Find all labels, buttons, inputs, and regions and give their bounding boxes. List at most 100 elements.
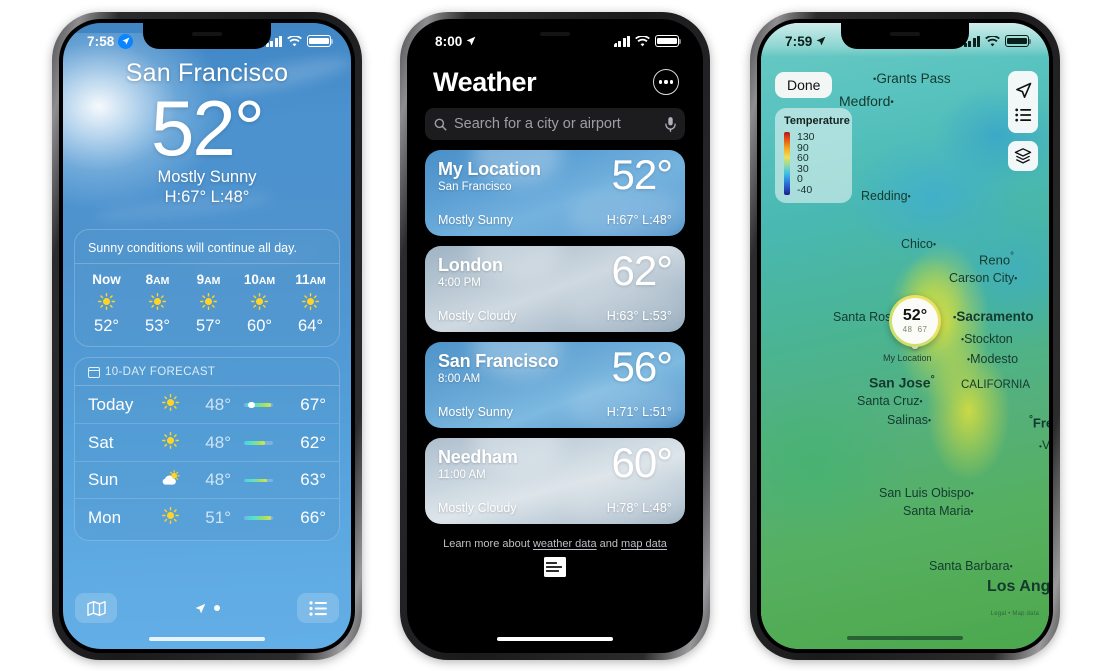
page-indicator[interactable] [195,603,220,614]
forecast-row[interactable]: Today 48° 67° [75,386,339,425]
forecast-weather-icon [151,470,189,491]
hour-label: 9AM [196,272,221,288]
city-card[interactable]: London 4:00 PM 62° Mostly Cloudy H:63° L:53° [425,246,685,332]
hourly-item[interactable]: 10AM 60° [234,272,285,336]
screen-weather-map: 7:59 •Grants Pass Medford• Redding• Chico• R… [761,23,1049,649]
hour-weather-icon [183,293,234,313]
hourly-item[interactable]: 8AM 53° [132,272,183,336]
city-subtitle: San Francisco [438,181,512,193]
hour-weather-icon [81,293,132,313]
locate-and-list-group[interactable] [1008,71,1038,133]
city-condition: Mostly Sunny [438,405,514,419]
microphone-icon[interactable] [665,116,676,132]
current-temperature: 52° [151,84,265,172]
city-list-button[interactable] [297,593,339,623]
current-condition: Mostly Sunny [157,168,257,187]
sun-icon [302,293,319,311]
screen-weather-detail: 7:58 San Francisco 52° Mostly Sunny H:67… [63,23,351,649]
page-dot[interactable] [213,605,220,611]
sun-cloud-icon [162,470,180,485]
layers-button[interactable] [1008,141,1038,171]
location-arrow-icon[interactable] [1015,82,1032,99]
city-name: My Location [438,159,541,179]
city-condition: Mostly Cloudy [438,501,517,515]
forecast-low: 48° [205,394,231,414]
city-card[interactable]: My Location San Francisco 52° Mostly Sunny H… [425,150,685,236]
location-arrow-icon [467,36,476,46]
phone-bezel: 7:59 •Grants Pass Medford• Redding• Chico• R… [757,19,1053,653]
device-notch [491,23,619,49]
sun-icon [98,293,115,311]
hour-label: 10AM [243,272,276,288]
more-options-button[interactable] [653,69,679,95]
hour-temperature: 52° [94,317,119,336]
weather-data-link[interactable]: weather data [533,538,597,550]
home-indicator [497,636,613,641]
hourly-forecast-row[interactable]: Now 52° 8AM 53° 9AM 57° 10AM 60° 11AM 64° 12PM 65° [75,272,339,336]
forecast-day: Today [88,394,134,414]
device-notch [841,23,969,49]
search-bar[interactable]: Search for a city or airport [425,108,685,140]
done-button[interactable]: Done [775,72,833,98]
city-card[interactable]: San Francisco 8:00 AM 56° Mostly Sunny H:71°… [425,342,685,428]
city-high-low: H:78° L:48° [606,501,672,515]
screen-city-list: 8:00 Weather Search for a city or airpor… [411,23,699,649]
hourly-item[interactable]: 11AM 64° [285,272,336,336]
map-city-label: San Luis Obispo• [879,486,974,500]
footnote-mid: and [596,538,622,550]
hour-temperature: 64° [298,317,323,336]
legend-tick-labels: 130 90 60 30 0 -40 [797,132,815,195]
hourly-summary-text: Sunny conditions will continue all day. [75,239,339,265]
forecast-row[interactable]: Mon 51° 66° [75,499,339,536]
current-temp-dot [248,401,255,409]
forecast-row[interactable]: Sun 48° 63° [75,462,339,500]
search-input-placeholder[interactable]: Search for a city or airport [454,116,658,132]
city-condition: Mostly Sunny [438,213,514,227]
footnote: Learn more about weather data and map da… [411,538,699,550]
map-data-link[interactable]: map data [621,538,667,550]
map-city-label: °Fres [1029,414,1049,431]
map-city-label: Santa Barbara• [929,559,1013,573]
forecast-row[interactable]: Sat 48° 62° [75,424,339,463]
map-city-label: Los Ang [987,578,1049,595]
phone-city-list: 8:00 Weather Search for a city or airpor… [400,12,710,660]
layers-icon [1014,148,1032,164]
hourly-item[interactable]: Now 52° [81,272,132,336]
phone-weather-map: 7:59 •Grants Pass Medford• Redding• Chico• R… [750,12,1060,660]
forecast-high: 63° [300,470,326,490]
city-subtitle: 11:00 AM [438,469,486,481]
sun-icon [251,293,268,311]
wifi-icon [985,35,1000,46]
forecast-day: Mon [88,507,122,527]
hourly-forecast-card[interactable]: Sunny conditions will continue all day. … [74,229,340,348]
hour-temperature: 57° [196,317,221,336]
ten-day-forecast-card[interactable]: 10-DAY FORECAST Today 48° 67° Sat 48° 62° Sun 4… [74,357,340,542]
ellipsis-dot [664,80,668,84]
my-location-label: My Location [883,353,932,363]
temp-range-bar [244,441,273,445]
phone-bezel: 8:00 Weather Search for a city or airpor… [407,19,703,653]
city-name: San Francisco [438,351,559,371]
sun-icon [161,393,179,411]
list-icon[interactable] [1014,108,1032,122]
temp-range-bar [244,478,273,483]
my-location-pin[interactable]: 52° 48 67 [889,295,941,347]
sun-icon [149,293,166,311]
map-city-label: Carson City• [949,271,1018,285]
hour-weather-icon [285,293,336,313]
map-icon [86,600,106,616]
status-time: 7:59 [785,33,813,49]
hourly-item[interactable]: 12PM 65° [336,272,339,336]
temp-range-bar [244,516,273,520]
city-name: London [438,255,503,275]
map-city-label: CALIFORNIA [961,379,1031,391]
city-card[interactable]: Needham 11:00 AM 60° Mostly Cloudy H:78° L:4… [425,438,685,524]
forecast-weather-icon [151,506,189,529]
location-arrow-badge-icon [118,33,134,49]
hourly-item[interactable]: 9AM 57° [183,272,234,336]
map-city-label: Reno° [979,251,1014,268]
map-city-label: Medford• [839,93,894,109]
status-time: 7:58 [87,33,115,49]
map-city-label: Salinas• [887,413,932,427]
map-button[interactable] [75,593,117,623]
